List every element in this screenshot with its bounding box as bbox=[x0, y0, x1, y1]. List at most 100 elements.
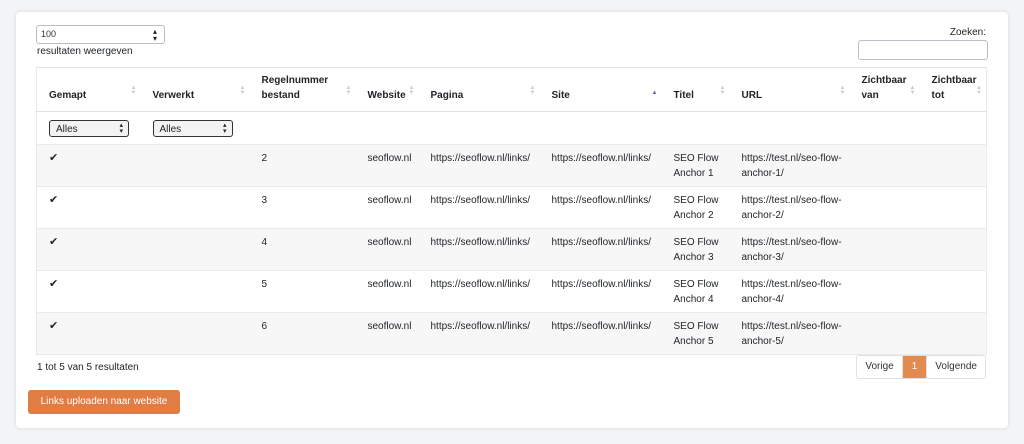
column-header-label: Verwerkt bbox=[152, 90, 195, 101]
cell-van bbox=[849, 228, 920, 271]
table-row[interactable]: ✔ 4 seoflow.nl https://seoflow.nl/links/htt… bbox=[36, 228, 987, 271]
column-header-label: URL bbox=[741, 90, 763, 101]
cell-regel: 6 bbox=[249, 312, 356, 355]
verwerkt-filter-select[interactable]: Alles ▴ ▾ bbox=[152, 120, 233, 137]
gemapt-filter-select[interactable]: Alles ▴ ▾ bbox=[49, 120, 129, 137]
cell-site: https://seoflow.nl/links/ bbox=[539, 186, 662, 229]
sort-icon: ▲ ▼ bbox=[909, 85, 916, 96]
table-row[interactable]: ✔ 5 seoflow.nl https://seoflow.nl/links/htt… bbox=[36, 270, 987, 313]
column-header[interactable]: URL ▲ ▼ bbox=[729, 67, 850, 112]
cell-pagina: https://seoflow.nl/links/ bbox=[418, 144, 540, 187]
check-icon: ✔ bbox=[36, 144, 141, 187]
sort-icon: ▲ ▼ bbox=[408, 85, 415, 96]
cell-tot bbox=[919, 270, 987, 313]
sort-icon: ▲ ▼ bbox=[719, 85, 726, 96]
cell-verwerkt bbox=[140, 228, 250, 271]
cell-tot bbox=[919, 186, 987, 229]
cell-site: https://seoflow.nl/links/ bbox=[539, 144, 662, 187]
cell-pagina: https://seoflow.nl/links/ bbox=[418, 186, 540, 229]
cell-tot bbox=[919, 228, 987, 271]
sort-icon: ▲ bbox=[651, 90, 658, 96]
next-page-button[interactable]: Volgende bbox=[926, 356, 985, 378]
cell-url: https://test.nl/seo-flow-anchor-1/ bbox=[729, 144, 850, 187]
column-header-label: Gemapt bbox=[49, 90, 87, 101]
cell-site: https://seoflow.nl/links/ bbox=[539, 228, 662, 271]
sort-icon: ▲ ▼ bbox=[839, 85, 846, 96]
column-header-label: Website bbox=[367, 90, 406, 101]
table-row[interactable]: ✔ 3 seoflow.nl https://seoflow.nl/links/htt… bbox=[36, 186, 987, 229]
check-icon: ✔ bbox=[36, 228, 141, 271]
column-header-label: Regelnummer bestand bbox=[261, 75, 329, 101]
cell-pagina: https://seoflow.nl/links/ bbox=[418, 270, 540, 313]
column-header-label: Titel bbox=[673, 90, 694, 101]
verwerkt-filter-value: Alles bbox=[159, 124, 182, 135]
cell-website: seoflow.nl bbox=[355, 228, 419, 271]
cell-site: https://seoflow.nl/links/ bbox=[539, 312, 662, 355]
select-arrows-icon: ▴ ▾ bbox=[152, 27, 157, 43]
check-icon: ✔ bbox=[36, 312, 141, 355]
cell-tot bbox=[919, 144, 987, 187]
cell-verwerkt bbox=[140, 312, 250, 355]
table-row[interactable]: ✔ 2 seoflow.nl https://seoflow.nl/links/htt… bbox=[36, 144, 987, 187]
cell-regel: 4 bbox=[249, 228, 356, 271]
column-header[interactable]: Site ▲ bbox=[539, 67, 662, 112]
search-input[interactable] bbox=[858, 40, 988, 60]
column-header[interactable]: Titel ▲ ▼ bbox=[661, 67, 730, 112]
cell-website: seoflow.nl bbox=[355, 270, 419, 313]
cell-url: https://test.nl/seo-flow-anchor-2/ bbox=[729, 186, 850, 229]
search-label: Zoeken: bbox=[949, 27, 986, 38]
upload-links-button[interactable]: Links uploaden naar website bbox=[28, 390, 180, 414]
page-1-button[interactable]: 1 bbox=[902, 356, 927, 378]
table-info: 1 tot 5 van 5 resultaten bbox=[37, 362, 139, 373]
cell-verwerkt bbox=[140, 186, 250, 229]
column-header[interactable]: Gemapt ▲ ▼ bbox=[36, 67, 141, 112]
cell-url: https://test.nl/seo-flow-anchor-5/ bbox=[729, 312, 850, 355]
results-card: 100 ▴ ▾ resultaten weergeven Zoeken: Gema… bbox=[16, 12, 1008, 428]
sort-icon: ▲ ▼ bbox=[976, 85, 982, 96]
sort-icon: ▲ ▼ bbox=[239, 85, 246, 96]
table-row[interactable]: ✔ 6 seoflow.nl https://seoflow.nl/links/htt… bbox=[36, 312, 987, 355]
previous-page-button[interactable]: Vorige bbox=[857, 356, 903, 378]
column-header[interactable]: Zichtbaar tot ▲ ▼ bbox=[919, 67, 987, 112]
cell-titel: SEO Flow Anchor 3 bbox=[661, 228, 730, 271]
column-header-label: Zichtbaar van bbox=[861, 75, 907, 101]
cell-url: https://test.nl/seo-flow-anchor-3/ bbox=[729, 228, 850, 271]
cell-titel: SEO Flow Anchor 1 bbox=[661, 144, 730, 187]
column-header-label: Zichtbaar tot bbox=[931, 75, 977, 101]
cell-regel: 2 bbox=[249, 144, 356, 187]
column-header-label: Pagina bbox=[430, 90, 464, 101]
results-per-page-select[interactable]: 100 ▴ ▾ bbox=[36, 25, 165, 44]
column-header[interactable]: Regelnummer bestand ▲ ▼ bbox=[249, 67, 356, 112]
results-per-page-label: resultaten weergeven bbox=[37, 46, 133, 57]
cell-titel: SEO Flow Anchor 5 bbox=[661, 312, 730, 355]
table-header-row: Gemapt ▲ ▼ Verwerkt ▲ ▼ Regelnummer bestand ▲ ▼ W… bbox=[36, 67, 987, 112]
cell-verwerkt bbox=[140, 144, 250, 187]
cell-van bbox=[849, 144, 920, 187]
cell-tot bbox=[919, 312, 987, 355]
cell-pagina: https://seoflow.nl/links/ bbox=[418, 228, 540, 271]
cell-website: seoflow.nl bbox=[355, 312, 419, 355]
column-header[interactable]: Pagina ▲ ▼ bbox=[418, 67, 540, 112]
cell-regel: 3 bbox=[249, 186, 356, 229]
cell-van bbox=[849, 270, 920, 313]
cell-titel: SEO Flow Anchor 4 bbox=[661, 270, 730, 313]
cell-regel: 5 bbox=[249, 270, 356, 313]
cell-titel: SEO Flow Anchor 2 bbox=[661, 186, 730, 229]
column-header-label: Site bbox=[551, 90, 570, 101]
filter-row: Alles ▴ ▾ Alles ▴ ▾ bbox=[36, 111, 987, 145]
results-per-page-value: 100 bbox=[41, 29, 57, 39]
column-header[interactable]: Zichtbaar van ▲ ▼ bbox=[849, 67, 920, 112]
cell-van bbox=[849, 312, 920, 355]
cell-website: seoflow.nl bbox=[355, 144, 419, 187]
check-icon: ✔ bbox=[36, 186, 141, 229]
gemapt-filter-value: Alles bbox=[56, 124, 78, 135]
column-header[interactable]: Verwerkt ▲ ▼ bbox=[140, 67, 250, 112]
cell-van bbox=[849, 186, 920, 229]
cell-url: https://test.nl/seo-flow-anchor-4/ bbox=[729, 270, 850, 313]
cell-verwerkt bbox=[140, 270, 250, 313]
sort-icon: ▲ ▼ bbox=[529, 85, 536, 96]
cell-pagina: https://seoflow.nl/links/ bbox=[418, 312, 540, 355]
select-arrows-icon: ▴ ▾ bbox=[222, 122, 227, 135]
sort-icon: ▲ ▼ bbox=[345, 85, 352, 96]
column-header[interactable]: Website ▲ ▼ bbox=[355, 67, 419, 112]
